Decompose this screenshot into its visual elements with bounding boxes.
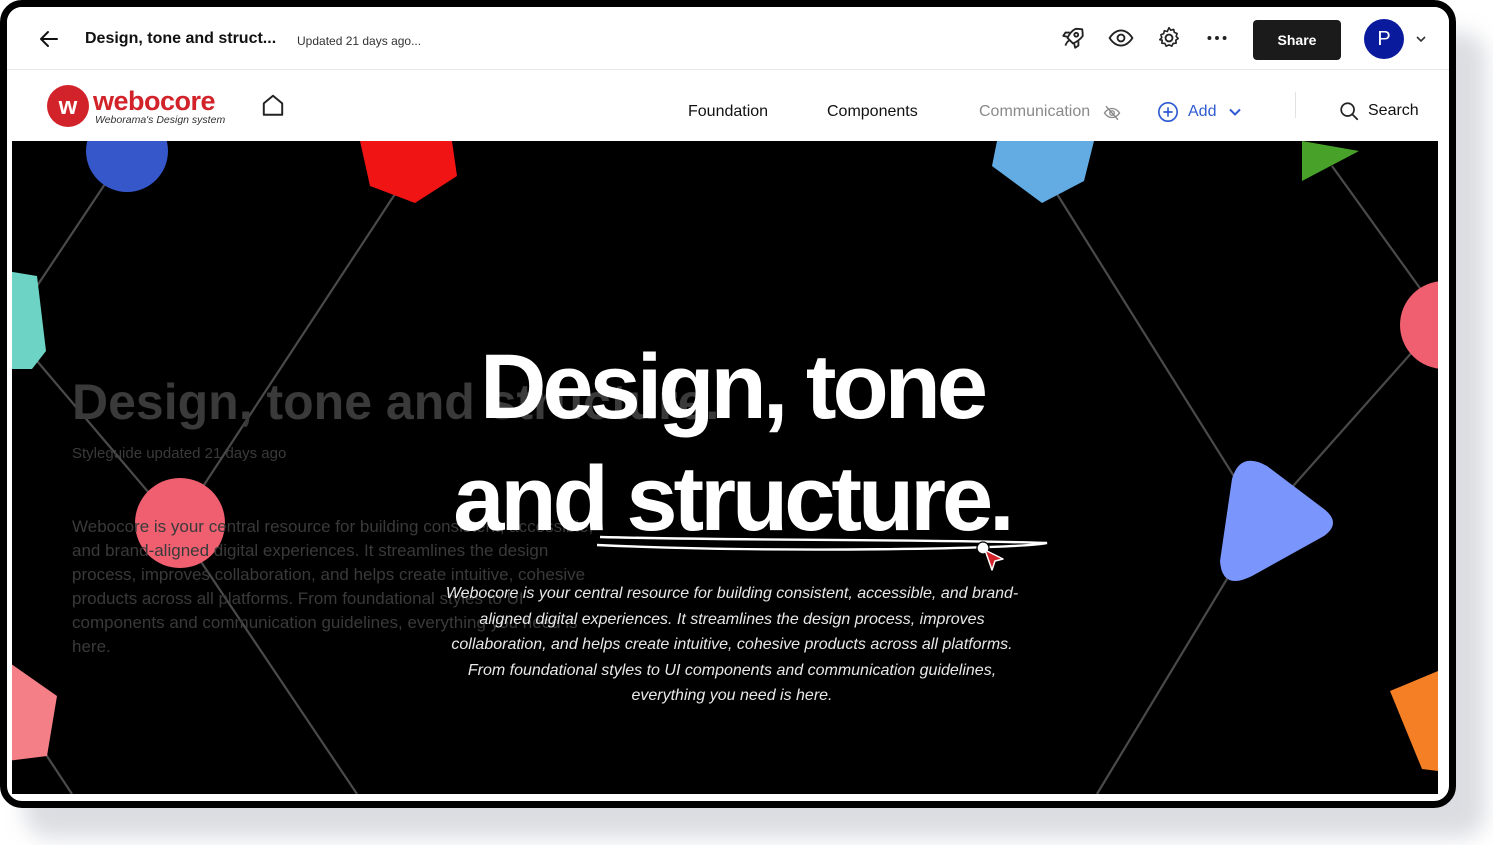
hero-description: Webocore is your central resource for bu… — [445, 585, 1019, 704]
nav-divider — [1295, 92, 1296, 118]
light-blue-pentagon-shape — [992, 141, 1094, 203]
chevron-down-icon[interactable] — [1415, 34, 1427, 44]
updated-status: Updated 21 days ago... — [297, 34, 422, 48]
green-triangle-shape — [1302, 141, 1359, 181]
nav-foundation[interactable]: Foundation — [688, 103, 768, 121]
plus-circle-icon[interactable] — [1157, 101, 1179, 123]
svg-text:Weborama's Design system: Weborama's Design system — [95, 114, 225, 126]
app-toolbar: Design, tone and struct... Updated 21 da… — [7, 7, 1449, 70]
hero-title-line-2: and structure. — [453, 448, 1014, 550]
search-icon[interactable] — [1338, 100, 1360, 122]
more-icon[interactable] — [1204, 25, 1230, 51]
share-button[interactable]: Share — [1253, 20, 1341, 60]
orange-shape — [1390, 671, 1438, 771]
rocket-icon[interactable] — [1060, 25, 1086, 51]
salmon-shape — [12, 664, 57, 761]
home-icon[interactable] — [260, 92, 286, 118]
hero-banner: Design, tone and structure. Styleguide u… — [12, 141, 1438, 794]
blue-circle-shape — [86, 141, 168, 192]
search-label[interactable]: Search — [1368, 102, 1419, 120]
back-arrow-icon[interactable] — [37, 27, 61, 51]
hero-title-line-1: Design, tone — [479, 336, 988, 438]
eye-off-icon — [1103, 105, 1121, 121]
document-title: Design, tone and struct... — [85, 30, 277, 47]
teal-shape — [12, 271, 46, 369]
red-pentagon-shape — [360, 141, 457, 203]
site-navbar: w webocore Weborama's Design system Foun… — [7, 70, 1449, 140]
svg-text:webocore: webocore — [92, 86, 216, 116]
pink-circle-right-shape — [1400, 281, 1438, 369]
nav-communication[interactable]: Communication — [979, 103, 1090, 121]
ghost-subtitle: Styleguide updated 21 days ago — [72, 445, 287, 462]
nav-components[interactable]: Components — [827, 103, 918, 121]
avatar[interactable]: P — [1364, 19, 1404, 59]
svg-text:w: w — [58, 93, 78, 120]
hero-title: Design, tone and structure. — [372, 331, 1092, 555]
cursor-icon — [976, 541, 1004, 571]
periwinkle-triangle-shape — [1220, 460, 1333, 581]
chevron-down-icon[interactable] — [1228, 105, 1242, 119]
webocore-logo[interactable]: w webocore Weborama's Design system — [45, 83, 245, 129]
gear-icon[interactable] — [1156, 25, 1182, 51]
nav-add[interactable]: Add — [1188, 103, 1216, 121]
device-frame: Design, tone and struct... Updated 21 da… — [0, 0, 1456, 808]
eye-icon[interactable] — [1108, 25, 1134, 51]
